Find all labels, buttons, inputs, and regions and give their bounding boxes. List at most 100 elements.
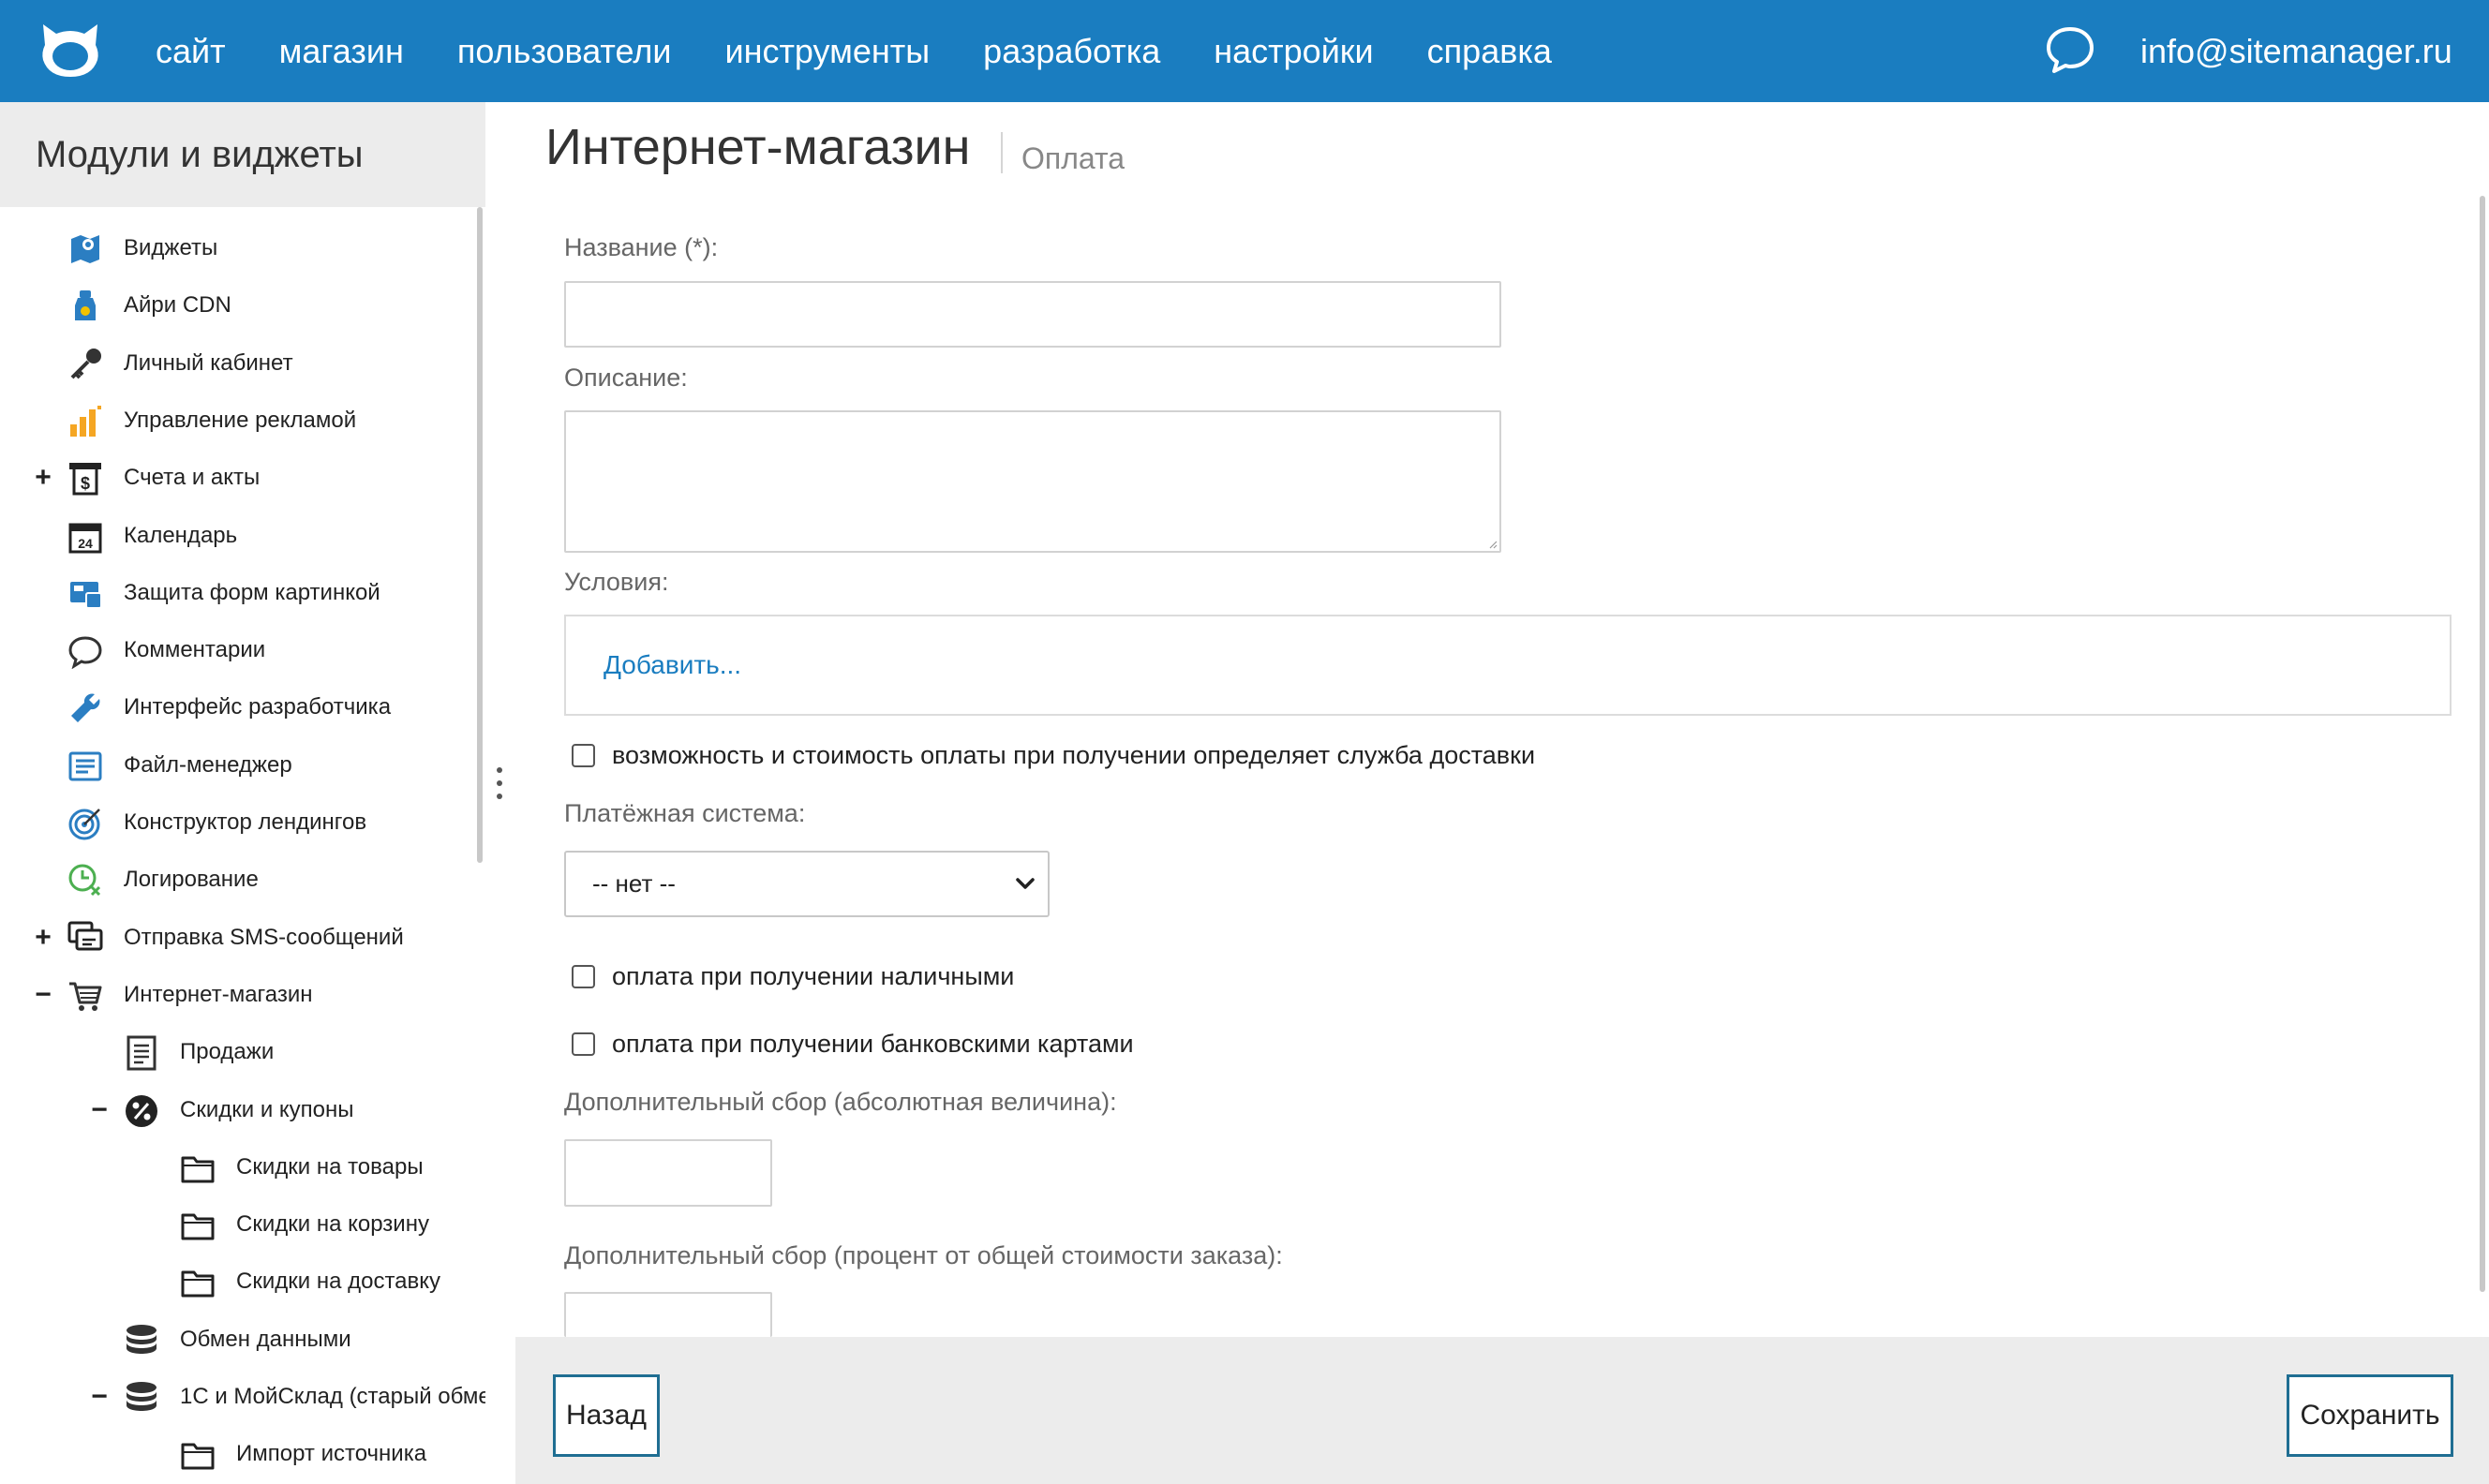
nav-development[interactable]: разработка [983, 32, 1160, 71]
log-clock-icon [68, 864, 101, 897]
expand-toggle-icon[interactable]: + [32, 449, 54, 507]
fee-abs-input[interactable] [564, 1139, 772, 1207]
sidebar-item[interactable]: Защита форм картинкой [0, 564, 485, 622]
sidebar-item[interactable]: Управление рекламой [0, 392, 485, 450]
sidebar-item-label[interactable]: Отправка SMS-сообщений [124, 909, 404, 967]
nav-users[interactable]: пользователи [457, 32, 672, 71]
sidebar-item-label[interactable]: Интернет-магазин [124, 966, 313, 1024]
cash-label[interactable]: оплата при получении наличными [612, 957, 1014, 995]
payment-system-label: Платёжная система: [564, 799, 806, 827]
collapse-toggle-icon[interactable]: − [32, 966, 54, 1024]
sidebar-item[interactable]: − Скидки и купоны [0, 1081, 485, 1139]
document-icon [127, 1035, 156, 1071]
sidebar-item[interactable]: Скидки на товары [0, 1138, 485, 1196]
sidebar-item-label[interactable]: Комментарии [124, 621, 265, 679]
comment-icon [68, 636, 102, 670]
sidebar-item[interactable]: + Отправка SMS-сообщений [0, 909, 485, 967]
folder-icon [181, 1213, 215, 1240]
description-label: Описание: [564, 364, 688, 392]
sidebar-item-label[interactable]: Личный кабинет [124, 334, 293, 393]
sidebar-item-label[interactable]: 1С и МойСклад (старый обмен) [180, 1368, 485, 1426]
sidebar-item[interactable]: Комментарии [0, 621, 485, 679]
fee-abs-label: Дополнительный сбор (абсолютная величина… [564, 1088, 1117, 1116]
sidebar-item[interactable]: Файл-менеджер [0, 736, 485, 794]
description-textarea[interactable] [564, 410, 1501, 553]
nav-shop[interactable]: магазин [279, 32, 404, 71]
collapse-toggle-icon[interactable]: − [88, 1368, 111, 1426]
resize-grip-icon[interactable] [1488, 540, 1498, 549]
sidebar-item-label[interactable]: Конструктор лендингов [124, 794, 366, 852]
sidebar-item-label[interactable]: Интерфейс разработчика [124, 678, 391, 736]
page-title: Интернет-магазин [545, 119, 971, 175]
sidebar-item[interactable]: Личный кабинет [0, 334, 485, 393]
sidebar-item[interactable]: Обмен данными [0, 1311, 485, 1369]
sidebar-item-label[interactable]: Скидки на товары [236, 1138, 424, 1196]
payment-system-select[interactable]: -- нет -- [564, 851, 1050, 917]
save-button[interactable]: Сохранить [2287, 1374, 2453, 1457]
target-icon [68, 809, 100, 840]
sidebar-item-label[interactable]: Виджеты [124, 219, 217, 277]
splitter-handle-icon[interactable] [497, 767, 504, 807]
sidebar-item[interactable]: Скидки на доставку [0, 1253, 485, 1311]
cart-icon [69, 982, 102, 1011]
form-footer: Назад Сохранить [515, 1337, 2489, 1484]
sidebar-item-label[interactable]: Скидки на корзину [236, 1195, 429, 1254]
expand-toggle-icon[interactable]: + [32, 909, 54, 967]
account-email[interactable]: info@sitemanager.ru [2140, 0, 2452, 102]
sidebar-item-label[interactable]: Скидки и купоны [180, 1081, 354, 1139]
chevron-down-icon [1016, 878, 1035, 889]
calendar-icon: 24 [68, 523, 102, 553]
sidebar-item[interactable]: − 1С и МойСклад (старый обмен) [0, 1368, 485, 1426]
sidebar-item[interactable]: Виджеты [0, 219, 485, 277]
sidebar-item-label[interactable]: Логирование [124, 851, 259, 909]
sidebar-item[interactable]: − Интернет-магазин [0, 966, 485, 1024]
sidebar-item-label[interactable]: Продажи [180, 1023, 274, 1081]
logo-cat-icon[interactable] [37, 21, 103, 81]
main-scrollbar[interactable] [2480, 196, 2485, 1292]
card-label[interactable]: оплата при получении банковскими картами [612, 1025, 1134, 1062]
sidebar-item[interactable]: + $ Счета и акты [0, 449, 485, 507]
folder-icon [181, 1270, 215, 1298]
sidebar-item-label[interactable]: Календарь [124, 507, 237, 565]
card-checkbox[interactable] [572, 1032, 595, 1056]
percent-badge-icon [126, 1094, 157, 1127]
sidebar-item-label[interactable]: Импорт источника [236, 1425, 426, 1483]
name-input[interactable] [564, 281, 1501, 348]
sidebar-item[interactable]: Айри CDN [0, 276, 485, 334]
collapse-toggle-icon[interactable]: − [88, 1081, 111, 1139]
sidebar-item-label[interactable]: Айри CDN [124, 276, 231, 334]
nav-site[interactable]: сайт [156, 32, 226, 71]
fee-pct-input[interactable] [564, 1292, 772, 1337]
sidebar-item[interactable]: Импорт источника [0, 1425, 485, 1483]
back-button[interactable]: Назад [553, 1374, 660, 1457]
sidebar-item[interactable]: Интерфейс разработчика [0, 678, 485, 736]
cash-checkbox[interactable] [572, 965, 595, 988]
nav-help[interactable]: справка [1427, 32, 1552, 71]
sidebar-item[interactable]: Конструктор лендингов [0, 794, 485, 852]
name-label: Название (*): [564, 233, 719, 261]
panel-splitter[interactable] [485, 102, 515, 1484]
payment-system-value: -- нет -- [592, 869, 676, 898]
chat-bubble-icon[interactable] [2045, 25, 2095, 74]
sidebar-item[interactable]: Продажи [0, 1023, 485, 1081]
sidebar-item-label[interactable]: Файл-менеджер [124, 736, 292, 794]
sidebar-item-label[interactable]: Обмен данными [180, 1311, 351, 1369]
sms-icon [67, 921, 103, 951]
delivery-defines-checkbox[interactable] [572, 744, 595, 767]
database-icon [127, 1324, 156, 1354]
sidebar-item[interactable]: Скидки на корзину [0, 1195, 485, 1254]
sidebar-item-label[interactable]: Счета и акты [124, 449, 260, 507]
sidebar-scrollbar[interactable] [477, 207, 483, 863]
nav-settings[interactable]: настройки [1214, 32, 1373, 71]
delivery-defines-label[interactable]: возможность и стоимость оплаты при получ… [612, 736, 1535, 774]
sidebar-item[interactable]: Логирование [0, 851, 485, 909]
invoice-icon: $ [69, 463, 101, 496]
nav-tools[interactable]: инструменты [724, 32, 930, 71]
cdn-bottle-icon [75, 290, 96, 321]
sidebar-item-label[interactable]: Защита форм картинкой [124, 564, 380, 622]
add-condition-link[interactable]: Добавить... [604, 616, 741, 714]
sidebar-item-label[interactable]: Управление рекламой [124, 392, 356, 450]
sidebar-item[interactable]: 24 Календарь [0, 507, 485, 565]
key-icon [70, 348, 101, 379]
sidebar-item-label[interactable]: Скидки на доставку [236, 1253, 440, 1311]
